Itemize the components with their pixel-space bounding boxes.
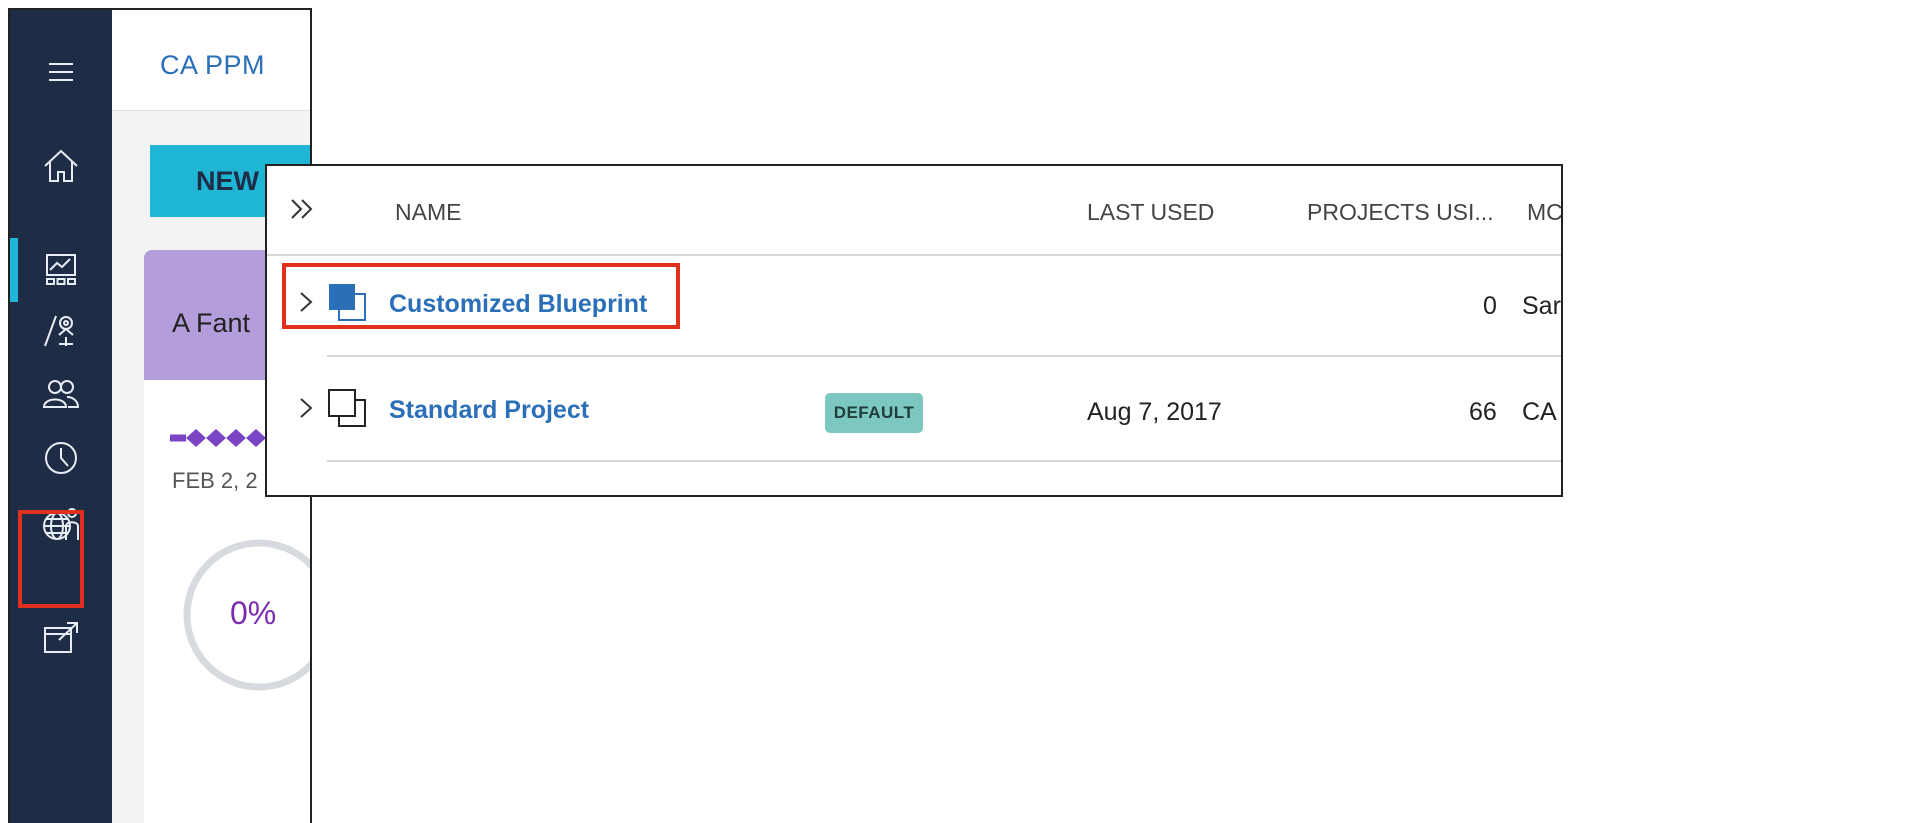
export-icon (44, 622, 78, 653)
card-date: FEB 2, 2 (172, 468, 258, 493)
card-title: A Fant (172, 308, 251, 338)
projects-using-cell: 66 (1469, 398, 1497, 426)
row-divider (327, 355, 1561, 357)
blueprint-name-link[interactable]: Standard Project (389, 396, 589, 425)
nav-export[interactable] (10, 608, 112, 668)
default-badge: DEFAULT (825, 393, 923, 433)
blueprint-copy-icon-outline (328, 389, 366, 427)
nav-roadmap[interactable] (10, 300, 112, 360)
column-header-last-used[interactable]: LAST USED (1087, 199, 1214, 226)
table-header: NAME LAST USED PROJECTS USI... MC (267, 166, 1561, 256)
column-header-name[interactable]: NAME (395, 199, 461, 226)
nav-dashboard[interactable] (10, 240, 112, 300)
card-progress-label: 0% (230, 595, 277, 631)
customized-blueprint-highlight (282, 263, 680, 329)
row-divider (327, 460, 1561, 462)
modified-by-cell: CA (1522, 398, 1557, 426)
double-chevron-right-icon[interactable] (289, 196, 317, 222)
chevron-right-icon (300, 398, 313, 418)
nav-home[interactable] (10, 136, 112, 196)
app-brand[interactable]: CA PPM (160, 50, 265, 81)
sidebar (10, 10, 112, 823)
column-header-modified-by[interactable]: MC (1527, 199, 1561, 226)
column-header-projects-using[interactable]: PROJECTS USI... (1307, 199, 1494, 226)
menu-button[interactable] (10, 42, 112, 102)
modified-by-cell: Sar (1522, 292, 1561, 320)
expand-row-button[interactable] (297, 396, 315, 420)
clock-icon (45, 442, 77, 474)
blueprints-list-panel: NAME LAST USED PROJECTS USI... MC Custom… (265, 164, 1563, 497)
menu-icon (49, 63, 73, 81)
blueprint-nav-highlight (18, 510, 84, 608)
people-icon (42, 380, 80, 408)
nav-resources[interactable] (10, 365, 112, 425)
roadmap-icon (44, 315, 74, 347)
projects-using-cell: 0 (1483, 292, 1497, 320)
top-bar: CA PPM (112, 10, 310, 111)
last-used-cell: Aug 7, 2017 (1087, 398, 1222, 426)
home-icon (44, 149, 78, 182)
nav-timesheets[interactable] (10, 428, 112, 488)
dashboard-icon (46, 254, 76, 285)
